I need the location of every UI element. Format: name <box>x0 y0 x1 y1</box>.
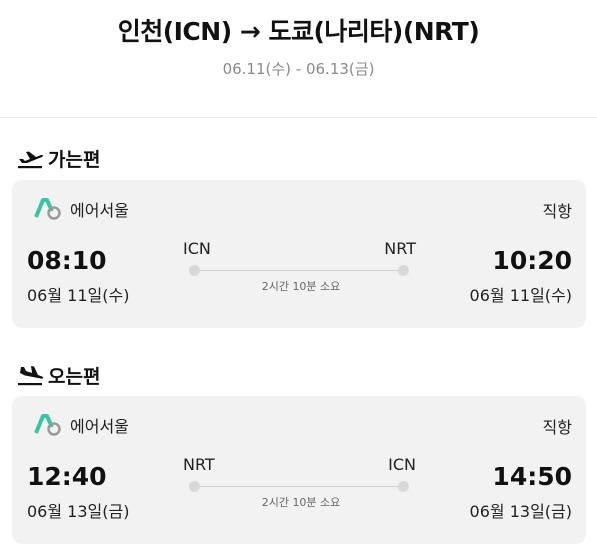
airline-info: 에어서울 <box>32 197 129 221</box>
arrival-date: 06월 13일(금) <box>469 502 572 521</box>
origin-code: NRT <box>183 455 215 474</box>
arrival-plane-icon <box>18 366 44 386</box>
destination-dot <box>398 265 409 276</box>
destination-dot <box>398 481 409 492</box>
flight-type: 직항 <box>542 418 572 437</box>
arrival-date: 06월 11일(수) <box>469 286 572 305</box>
departure-date: 06월 11일(수) <box>27 286 130 305</box>
airline-logo-icon <box>34 414 61 436</box>
departure-date: 06월 13일(금) <box>27 502 130 521</box>
flight-duration: 2시간 10분 소요 <box>261 496 341 509</box>
departure-time: 08:10 <box>27 246 107 275</box>
route-title: 인천(ICN) → 도쿄(나리타)(NRT) <box>117 17 480 46</box>
outbound-label: 가는편 <box>48 148 101 171</box>
airline-logo-icon <box>34 198 61 220</box>
airline-name: 에어서울 <box>70 417 129 436</box>
travel-dates: 06.11(수) - 06.13(금) <box>222 60 375 78</box>
airline-name: 에어서울 <box>70 201 129 220</box>
page-header: 인천(ICN) → 도쿄(나리타)(NRT) 06.11(수) - 06.13(… <box>0 0 597 118</box>
origin-dot <box>189 481 200 492</box>
origin-dot <box>189 265 200 276</box>
origin-code: ICN <box>183 239 211 258</box>
destination-code: ICN <box>388 455 416 474</box>
return-flight-card[interactable]: 에어서울 직항 12:40 06월 13일(금) NRT ICN 2시간 10분… <box>12 396 586 544</box>
route-line <box>195 486 405 487</box>
return-label: 오는편 <box>48 365 101 388</box>
outbound-flight-card[interactable]: 에어서울 직항 08:10 06월 11일(수) ICN NRT 2시간 10분… <box>12 180 586 328</box>
arrival-time: 14:50 <box>492 462 572 491</box>
return-heading: 오는편 <box>16 362 100 388</box>
departure-time: 12:40 <box>27 462 107 491</box>
flight-duration: 2시간 10분 소요 <box>261 280 341 293</box>
route-line <box>195 270 405 271</box>
departure-plane-icon <box>18 151 43 169</box>
outbound-heading: 가는편 <box>16 145 100 171</box>
flight-type: 직항 <box>542 202 572 221</box>
destination-code: NRT <box>384 239 416 258</box>
arrival-time: 10:20 <box>492 246 572 275</box>
airline-info: 에어서울 <box>32 413 129 437</box>
